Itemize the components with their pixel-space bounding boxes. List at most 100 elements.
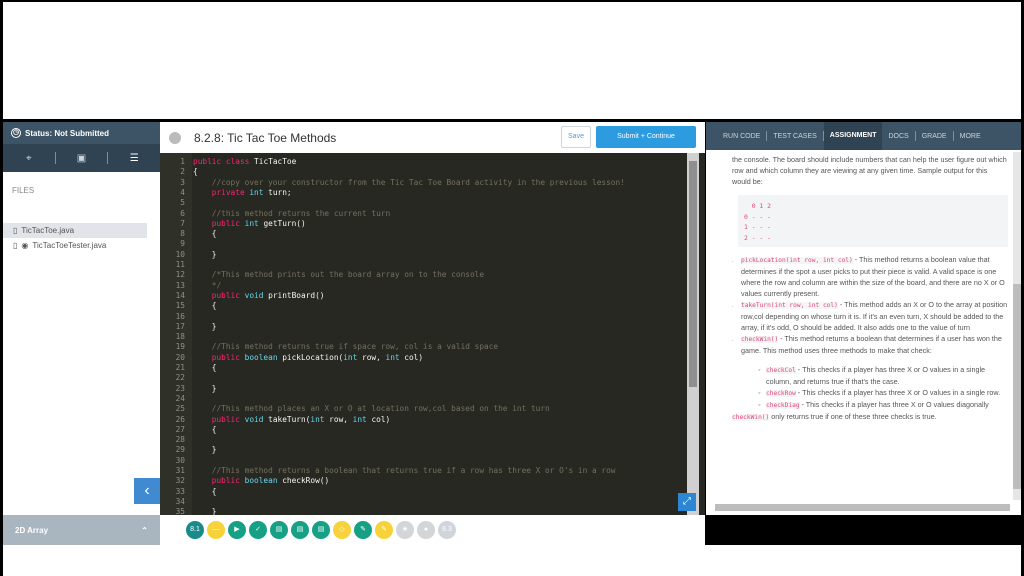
line-number: 35 [175,507,185,515]
code-editor[interactable]: 1 public class TicTacToe 2 {3 //copy over y… [160,153,705,515]
line-number: 12 [175,270,185,280]
line-number: 1 [180,157,185,166]
line-number: 14 [175,290,185,300]
line-number: 27 [175,424,185,434]
line-number: 11 [175,260,185,269]
screen: ◷ Status: Not Submitted ⌖ ▣ ☰ FILES ▯ Ti… [0,0,1024,576]
status-bar: ◷ Status: Not Submitted [3,122,160,144]
submit-continue-button[interactable]: Submit + Continue [596,126,696,148]
code-text: public int getTurn() [211,218,306,228]
code-snippet: checkCol [766,367,796,374]
code-text: public boolean checkRow() [211,476,330,486]
code-text: //This method returns true if space row,… [193,342,499,352]
line-number: 28 [175,435,185,445]
prev-lesson-button[interactable]: 8.1 [186,521,204,539]
right-panel: RUN CODE TEST CASES ASSIGNMENT DOCS GRAD… [706,122,1021,515]
assignment-h-scroll-thumb[interactable] [715,504,1010,511]
expand-icon[interactable]: ⤢ [678,493,696,511]
code-snippet: checkRow [766,390,796,397]
assignment-intro: the console. The board should include nu… [732,155,1007,186]
line-number: 18 [175,332,185,342]
check-icon[interactable]: ✓ [249,521,267,539]
code-text: //This method places an X or O at locati… [193,404,550,414]
footer-text: only returns true if one of these three … [769,412,937,421]
video-icon[interactable]: ▶ [228,521,246,539]
editor-header: 8.2.8: Tic Tac Toe Methods Save Submit +… [160,122,705,153]
gear-icon[interactable] [169,131,181,144]
bullet-dot: ◦ [758,400,761,409]
map-icon[interactable]: ⌖ [3,153,55,164]
file-item-tictactoe[interactable]: ▯ TicTacToe.java [3,223,147,238]
run-icon: ◉ [21,241,29,250]
item-text: - This method returns a boolean that det… [741,334,1002,355]
tab-run-code[interactable]: RUN CODE [717,133,766,140]
file-name: TicTacToe.java [21,226,75,235]
line-number: 2 [180,167,185,177]
line-number: 22 [175,373,185,383]
sidebar-footer[interactable]: 2D Array ⌃ [3,515,160,545]
line-number: 31 [175,466,185,475]
code-icon[interactable]: ◇ [333,521,351,539]
item-number: 3. [732,299,733,310]
assignment-footer: checkWin() only returns true if one of t… [732,411,1008,423]
file-icon: ▯ [13,226,18,235]
line-number: 6 [180,208,185,218]
line-number: 3 [180,177,185,187]
tab-more[interactable]: MORE [954,133,987,140]
tab-grade[interactable]: GRADE [916,133,953,140]
bullet-item: ◦ checkCol - This checks if a player has… [732,364,1008,387]
code-snippet: checkWin() [741,336,779,343]
editor-scroll-thumb[interactable] [689,161,697,387]
save-button[interactable]: Save [561,126,591,148]
line-number: 7 [180,218,185,228]
line-number: 32 [175,476,185,486]
document-icon[interactable]: ▤ [312,521,330,539]
code-text: public void takeTurn(int row, int col) [211,414,391,424]
document-icon[interactable]: ▤ [291,521,309,539]
line-number: 34 [175,496,185,506]
chevron-up-icon: ⌃ [141,525,148,535]
line-number: 9 [180,239,185,249]
line-number: 23 [175,383,185,393]
list-icon[interactable]: ☰ [108,153,160,164]
assignment-scroll-thumb[interactable] [1013,284,1021,489]
line-number: 21 [175,363,185,372]
tab-test-cases[interactable]: TEST CASES [767,133,822,140]
line-number: 10 [175,249,185,259]
tab-docs[interactable]: DOCS [882,133,914,140]
code-text: //copy over your constructor from the Ti… [193,177,625,187]
code-text: //this method returns the current turn [193,208,391,218]
code-text: { [193,167,198,177]
bullet-dot: ◦ [758,365,761,374]
calendar-icon[interactable]: ▣ [56,153,108,164]
code-text: { [193,486,217,496]
bullet-item: ◦ checkRow - This checks if a player has… [732,387,1008,399]
line-number: 29 [175,445,185,455]
code-text: public boolean pickLocation(int row, int… [211,352,424,362]
tab-assignment[interactable]: ASSIGNMENT [823,122,883,150]
document-icon[interactable]: ▤ [270,521,288,539]
file-icon: ▯ [13,241,18,250]
line-number: 30 [175,455,185,465]
bullet-item: ◦ checkDiag - This checks if a player ha… [732,399,1008,411]
line-number: 15 [175,301,185,311]
code-snippet: pickLocation(int row, int col) [741,257,853,264]
item-number: 2. [732,254,733,265]
line-number: 24 [175,393,185,403]
line-number: 5 [180,198,185,208]
video-icon[interactable]: — [207,521,225,539]
circle-icon[interactable]: ● [417,521,435,539]
collapse-sidebar-button[interactable]: ‹ [134,478,160,504]
star-icon[interactable]: ★ [396,521,414,539]
line-number: 33 [175,486,185,496]
pencil-icon[interactable]: ✎ [354,521,372,539]
file-item-tester[interactable]: ▯ ◉ TicTacToeTester.java [3,238,147,253]
bullet-text: - This checks if a player has three X or… [795,388,1001,397]
code-snippet: takeTurn(int row, int col) [741,302,838,309]
code-text: /*This method prints out the board array… [193,270,485,280]
code-snippet: checkDiag [766,402,800,409]
page-title: 8.2.8: Tic Tac Toe Methods [194,130,337,145]
pencil-icon[interactable]: ✎ [375,521,393,539]
next-lesson-button[interactable]: 8.3 [438,521,456,539]
code-text: { [193,229,217,239]
